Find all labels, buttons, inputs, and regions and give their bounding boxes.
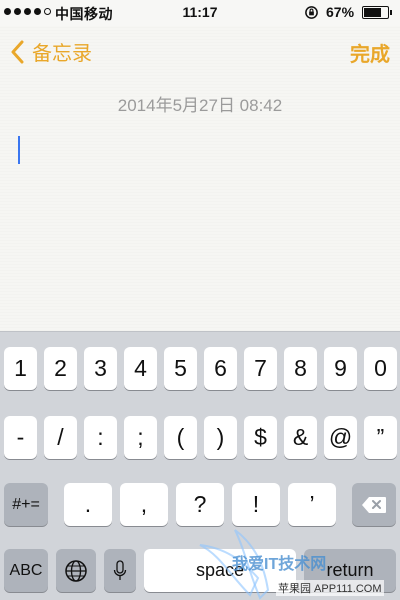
battery-percent: 67%	[326, 4, 355, 20]
back-button[interactable]: 备忘录	[10, 37, 92, 66]
key-0[interactable]: 0	[364, 347, 397, 390]
watermark-text: 我爱IT技术网	[232, 556, 327, 573]
key-9[interactable]: 9	[324, 347, 357, 390]
key-8[interactable]: 8	[284, 347, 317, 390]
text-cursor	[18, 136, 20, 164]
battery-fill	[364, 8, 381, 17]
key-5[interactable]: 5	[164, 347, 197, 390]
key-apostrophe[interactable]: ’	[288, 483, 336, 526]
key-ampersand[interactable]: &	[284, 416, 317, 459]
done-button[interactable]: 完成	[350, 38, 390, 67]
key-exclamation[interactable]: !	[232, 483, 280, 526]
keyboard: 1 2 3 4 5 6 7 8 9 0 - / : ; ( ) $ & @ ” …	[0, 331, 400, 600]
key-right-paren[interactable]: )	[204, 416, 237, 459]
key-period[interactable]: .	[64, 483, 112, 526]
note-date: 2014年5月27日 08:42	[117, 96, 283, 115]
key-question[interactable]: ?	[176, 483, 224, 526]
key-2[interactable]: 2	[44, 347, 77, 390]
key-at[interactable]: @	[324, 416, 357, 459]
key-colon[interactable]: :	[84, 416, 117, 459]
key-1[interactable]: 1	[4, 347, 37, 390]
key-hyphen[interactable]: -	[4, 416, 37, 459]
back-button-label: 备忘录	[32, 43, 92, 65]
key-left-paren[interactable]: (	[164, 416, 197, 459]
key-4[interactable]: 4	[124, 347, 157, 390]
key-3[interactable]: 3	[84, 347, 117, 390]
battery-icon	[362, 6, 392, 19]
battery-nub	[390, 10, 392, 15]
key-6[interactable]: 6	[204, 347, 237, 390]
key-comma[interactable]: ,	[120, 483, 168, 526]
key-7[interactable]: 7	[244, 347, 277, 390]
watermark-subtext: 苹果园 APP111.COM	[276, 580, 384, 596]
backspace-icon	[361, 496, 387, 514]
microphone-icon	[112, 559, 128, 583]
rotation-lock-icon	[304, 5, 319, 20]
key-semicolon[interactable]: ;	[124, 416, 157, 459]
delete-key[interactable]	[352, 483, 396, 526]
key-slash[interactable]: /	[44, 416, 77, 459]
notes-screen: 中国移动 11:17 67% 备忘录 完成 2014年5月27日 08:42 1…	[0, 0, 400, 600]
symbols-toggle-key[interactable]: #+=	[4, 483, 48, 526]
globe-icon	[64, 559, 88, 583]
key-quote[interactable]: ”	[364, 416, 397, 459]
dictation-key[interactable]	[104, 549, 136, 592]
chevron-left-icon	[11, 40, 24, 63]
key-dollar[interactable]: $	[244, 416, 277, 459]
status-bar: 中国移动 11:17 67%	[0, 0, 400, 26]
note-editor[interactable]: 备忘录 完成 2014年5月27日 08:42	[0, 26, 400, 331]
globe-key[interactable]	[56, 549, 96, 592]
abc-key[interactable]: ABC	[4, 549, 48, 592]
